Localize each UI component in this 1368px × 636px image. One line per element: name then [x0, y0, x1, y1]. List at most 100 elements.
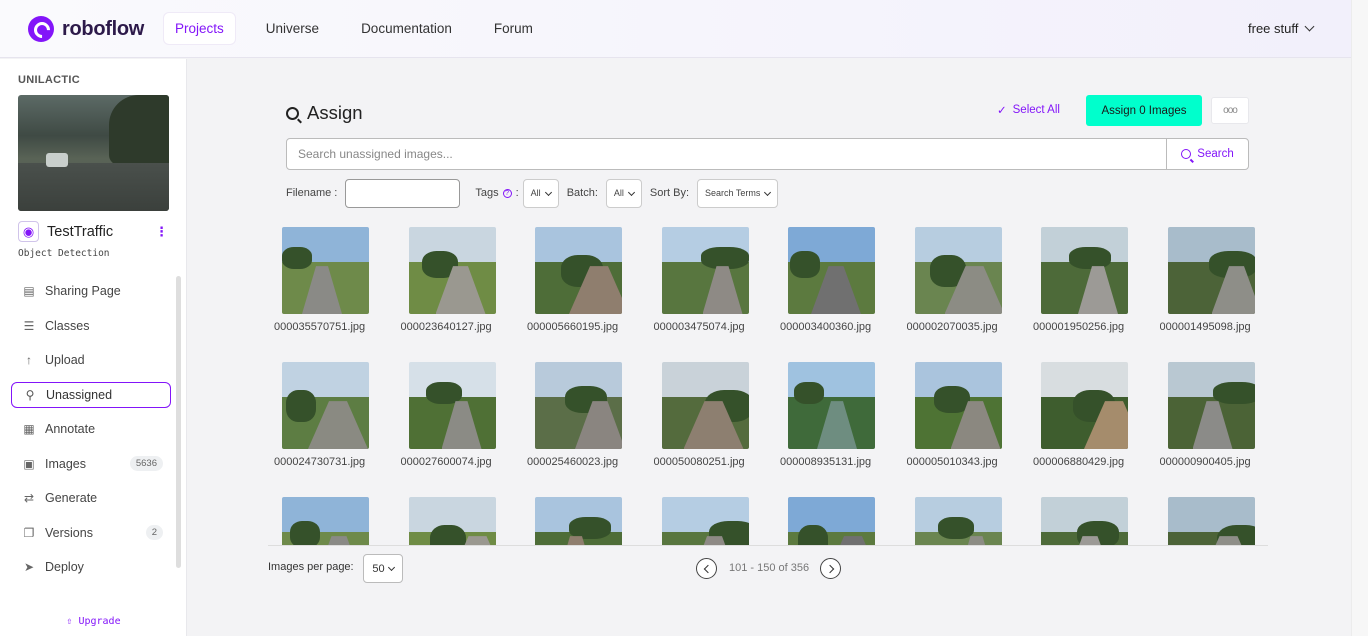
- image-filename: 000008935131.jpg: [780, 456, 872, 468]
- project-title: TestTraffic: [47, 223, 114, 240]
- thumbnail-image: [1167, 362, 1255, 449]
- nav-forum[interactable]: Forum: [483, 13, 544, 44]
- image-thumbnail[interactable]: 000003400360.jpg: [780, 227, 875, 333]
- image-thumbnail[interactable]: 000005010343.jpg: [907, 362, 1002, 468]
- image-filename: 000005660195.jpg: [527, 321, 619, 333]
- image-thumbnail[interactable]: [914, 497, 1002, 545]
- image-thumbnail[interactable]: 000008935131.jpg: [780, 362, 875, 468]
- image-thumbnail[interactable]: [661, 497, 749, 545]
- main-nav: Projects Universe Documentation Forum: [164, 13, 564, 44]
- sidebar-item-images[interactable]: ▣ Images 5636: [11, 451, 171, 477]
- more-options-button[interactable]: ooo: [1211, 97, 1249, 124]
- image-thumbnail[interactable]: 000035570751.jpg: [274, 227, 369, 333]
- per-page-select[interactable]: 50: [363, 554, 403, 583]
- assign-images-button[interactable]: Assign 0 Images: [1086, 95, 1202, 126]
- image-thumbnail[interactable]: [282, 497, 369, 545]
- image-thumbnail[interactable]: 000050080251.jpg: [654, 362, 749, 468]
- sidebar-item-upload[interactable]: ↑ Upload: [11, 347, 171, 373]
- image-thumbnail[interactable]: [1041, 497, 1128, 545]
- image-thumbnail[interactable]: 000027600074.jpg: [401, 362, 496, 468]
- arrow-up-icon: ↑: [26, 353, 32, 367]
- more-vertical-icon[interactable]: ⋮: [155, 224, 168, 240]
- project-thumbnail[interactable]: [18, 95, 169, 211]
- sort-label: Sort By:: [649, 187, 690, 199]
- select-all-label: Select All: [1012, 104, 1060, 116]
- chevron-down-icon: [1304, 21, 1315, 32]
- select-all-button[interactable]: ✓ Select All: [997, 103, 1060, 117]
- upgrade-link[interactable]: ⇧ Upgrade: [0, 616, 187, 627]
- thumbnail-image: [1041, 362, 1128, 449]
- image-thumbnail[interactable]: 000001495098.jpg: [1160, 227, 1255, 333]
- search-button[interactable]: Search: [1166, 139, 1248, 169]
- image-thumbnail[interactable]: [408, 497, 496, 545]
- roboflow-logo-icon: [28, 16, 54, 42]
- sidebar-item-classes[interactable]: ☰ Classes: [11, 313, 171, 339]
- help-icon[interactable]: ?: [502, 188, 512, 198]
- image-thumbnail[interactable]: 000025460023.jpg: [527, 362, 622, 468]
- sidebar-item-unassigned[interactable]: ⚲ Unassigned: [11, 381, 171, 408]
- image-filename: 000050080251.jpg: [653, 456, 745, 468]
- sidebar-menu: ▤ Sharing Page ☰ Classes ↑ Upload ⚲ Unas…: [11, 278, 171, 589]
- image-thumbnail[interactable]: [535, 497, 622, 545]
- image-thumbnail[interactable]: 000003475074.jpg: [654, 227, 749, 333]
- chevron-down-icon: [764, 188, 772, 196]
- sidebar-scrollbar[interactable]: [176, 276, 181, 568]
- batch-select-value: All: [613, 188, 624, 198]
- previous-page-button[interactable]: [696, 558, 717, 579]
- sidebar-item-generate[interactable]: ⇄ Generate: [11, 485, 171, 511]
- page-scrollbar[interactable]: [1351, 0, 1368, 636]
- brand-name: roboflow: [62, 17, 145, 40]
- sidebar-item-versions[interactable]: ❐ Versions 2: [11, 520, 171, 546]
- image-thumbnail[interactable]: [788, 497, 875, 545]
- search-input[interactable]: [287, 139, 1165, 169]
- thumbnail-image: [408, 227, 496, 314]
- project-header: ◉ TestTraffic ⋮: [18, 221, 168, 242]
- sidebar-item-label: Versions: [45, 525, 93, 540]
- image-filename: 000000900405.jpg: [1159, 456, 1251, 468]
- roboflow-logo[interactable]: roboflow: [28, 16, 144, 42]
- filename-input[interactable]: [345, 178, 461, 208]
- thumbnail-image: [661, 227, 749, 314]
- sidebar-item-deploy[interactable]: ➤ Deploy: [11, 554, 171, 580]
- sidebar-item-annotate[interactable]: ▦ Annotate: [11, 416, 171, 442]
- batch-select[interactable]: All: [605, 178, 642, 208]
- sidebar: UNILACTIC ◉ TestTraffic ⋮ Object Detecti…: [0, 59, 187, 636]
- image-thumbnail[interactable]: 000002070035.jpg: [907, 227, 1002, 333]
- versions-icon: ❐: [23, 525, 35, 540]
- sidebar-item-sharing-page[interactable]: ▤ Sharing Page: [11, 278, 171, 304]
- thumbnail-trees: [109, 95, 169, 165]
- nav-universe[interactable]: Universe: [255, 13, 330, 44]
- tags-select[interactable]: All: [522, 178, 559, 208]
- image-thumbnail[interactable]: [1167, 497, 1255, 545]
- thumbnail-image: [788, 497, 875, 545]
- image-thumbnail[interactable]: 000001950256.jpg: [1033, 227, 1128, 333]
- sort-select[interactable]: Search Terms: [697, 178, 779, 208]
- image-grid: 000035570751.jpg 000023640127.jpg 00000566…: [268, 226, 1268, 546]
- page-range: 101 - 150 of 356: [729, 562, 810, 574]
- sidebar-item-label: Classes: [45, 318, 90, 333]
- image-filename: 000003400360.jpg: [780, 321, 872, 333]
- nav-documentation[interactable]: Documentation: [350, 13, 463, 44]
- per-page-label: Images per page:: [268, 561, 354, 573]
- workspace-menu[interactable]: free stuff: [1248, 21, 1315, 36]
- next-page-button[interactable]: [820, 558, 841, 579]
- thumbnail-image: [408, 497, 496, 545]
- thumbnail-image: [535, 227, 622, 314]
- thumbnail-image: [788, 227, 875, 314]
- image-thumbnail[interactable]: 000024730731.jpg: [274, 362, 369, 468]
- image-thumbnail[interactable]: 000006880429.jpg: [1033, 362, 1128, 468]
- image-icon: ▣: [23, 456, 35, 471]
- image-thumbnail[interactable]: 000000900405.jpg: [1160, 362, 1255, 468]
- image-filename: 000023640127.jpg: [400, 321, 492, 333]
- thumbnail-image: [661, 362, 749, 449]
- thumbnail-image: [535, 362, 622, 449]
- image-thumbnail[interactable]: 000023640127.jpg: [401, 227, 496, 333]
- search-button-label: Search: [1197, 148, 1234, 160]
- thumbnail-image: [408, 362, 496, 449]
- thumbnail-image: [914, 362, 1002, 449]
- rocket-icon: ➤: [23, 560, 35, 574]
- nav-projects[interactable]: Projects: [164, 13, 235, 44]
- filter-bar: Filename : Tags ? : All Batch: All Sort …: [286, 178, 786, 208]
- top-navbar: roboflow Projects Universe Documentation…: [0, 0, 1351, 58]
- image-thumbnail[interactable]: 000005660195.jpg: [527, 227, 622, 333]
